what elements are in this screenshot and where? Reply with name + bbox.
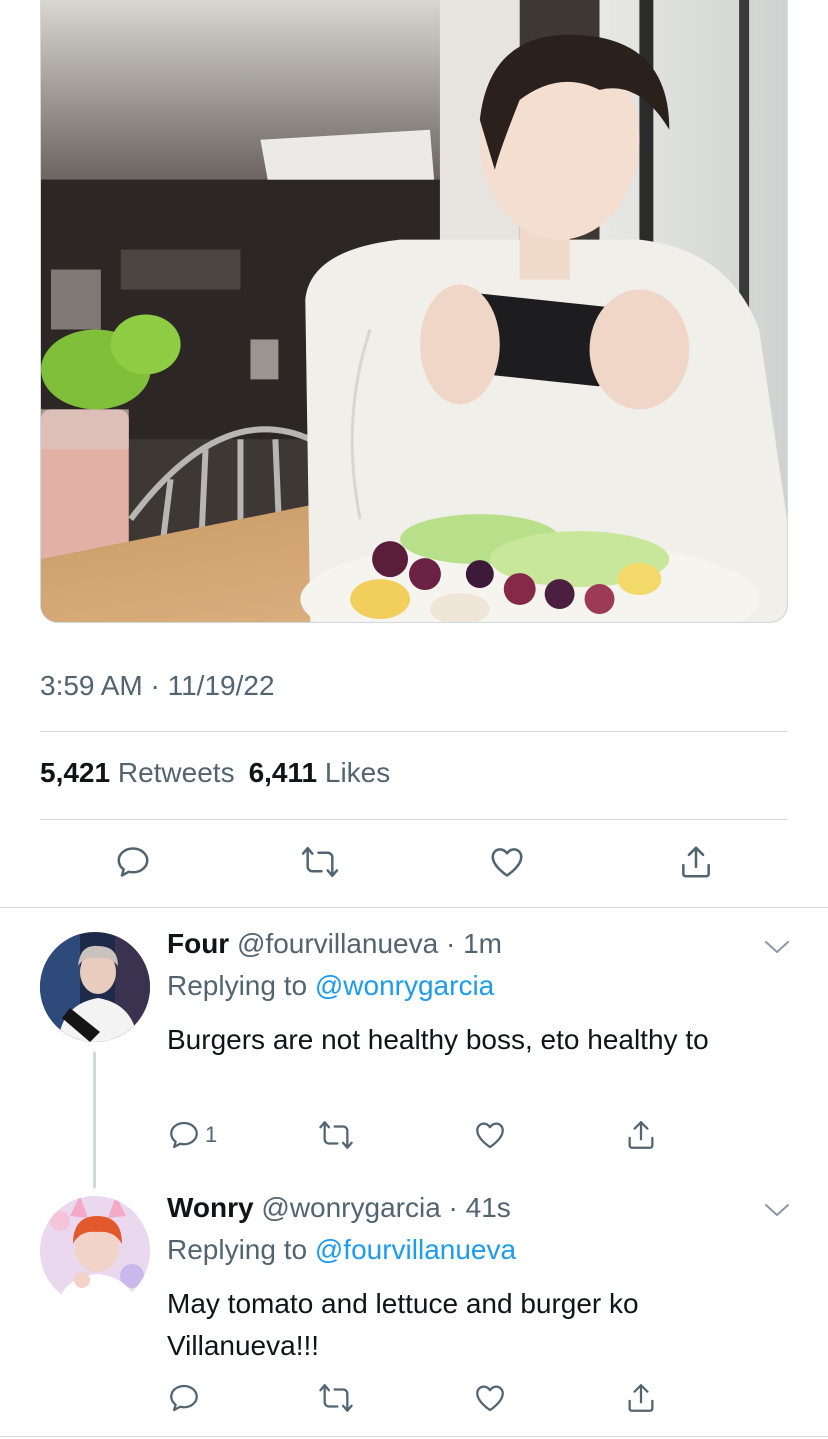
retweet-button[interactable]: [317, 1380, 355, 1416]
retweet-button[interactable]: [300, 842, 340, 882]
display-name[interactable]: Wonry: [167, 1192, 254, 1223]
tweet-photo-image: [41, 0, 787, 622]
likes-count: 6,411: [248, 757, 318, 788]
reply-header: Four @fourvillanueva · 1m: [167, 928, 502, 960]
reply-action-bar: 1: [167, 1117, 667, 1157]
retweet-icon: [319, 1384, 353, 1412]
retweet-icon: [319, 1121, 353, 1149]
retweet-button[interactable]: [317, 1117, 355, 1153]
reply-count: 1: [205, 1122, 218, 1147]
share-icon: [628, 1121, 654, 1149]
more-options-button[interactable]: [762, 935, 792, 959]
retweets-stat[interactable]: 5,421 Retweets: [40, 757, 235, 788]
replying-prefix: Replying to: [167, 970, 308, 1001]
reply-header: Wonry @wonrygarcia · 41s: [167, 1192, 511, 1224]
reply-button[interactable]: [113, 842, 153, 882]
avatar-image: [40, 1196, 150, 1306]
heart-icon: [476, 1385, 504, 1412]
divider: [40, 819, 788, 820]
retweets-label: Retweets: [117, 757, 235, 788]
handle-time[interactable]: @fourvillanueva · 1m: [237, 928, 502, 959]
reply-icon: [117, 847, 149, 877]
avatar-four[interactable]: [40, 932, 150, 1042]
like-button[interactable]: [487, 842, 527, 882]
heart-icon: [476, 1122, 504, 1149]
reply-action-bar: [167, 1380, 667, 1420]
mention-link[interactable]: @wonrygarcia: [315, 970, 494, 1001]
replying-to: Replying to @wonrygarcia: [167, 970, 494, 1002]
tweet-stats: 5,421 Retweets 6,411 Likes: [40, 757, 390, 789]
thread-line: [93, 1052, 96, 1188]
reply-icon: [170, 1121, 198, 1149]
replying-prefix: Replying to: [167, 1234, 308, 1265]
like-button[interactable]: [472, 1380, 508, 1416]
divider: [0, 1436, 828, 1437]
share-icon: [628, 1384, 654, 1412]
retweets-count: 5,421: [40, 757, 111, 788]
avatar-image: [40, 932, 150, 1042]
tweet-action-bar: [40, 838, 788, 888]
avatar-wonry[interactable]: [40, 1196, 150, 1306]
like-button[interactable]: [472, 1117, 508, 1153]
retweet-icon: [301, 846, 339, 878]
chevron-down-icon: [765, 941, 789, 954]
reply-button[interactable]: [167, 1380, 205, 1416]
reply-icon: [170, 1384, 198, 1412]
reply-text: Burgers are not healthy boss, eto health…: [167, 1024, 709, 1055]
likes-label: Likes: [324, 757, 391, 788]
display-name[interactable]: Four: [167, 928, 229, 959]
share-icon: [682, 846, 710, 878]
handle-time[interactable]: @wonrygarcia · 41s: [261, 1192, 510, 1223]
reply-text: May tomato and lettuce and burger ko Vil…: [167, 1288, 639, 1361]
share-button[interactable]: [624, 1380, 658, 1416]
tweet-photo[interactable]: [40, 0, 788, 623]
divider: [40, 731, 788, 732]
share-button[interactable]: [624, 1117, 658, 1153]
chevron-down-icon: [765, 1204, 789, 1217]
mention-link[interactable]: @fourvillanueva: [315, 1234, 516, 1265]
replying-to: Replying to @fourvillanueva: [167, 1234, 516, 1266]
divider: [0, 907, 828, 908]
share-button[interactable]: [676, 842, 716, 882]
reply-button[interactable]: 1: [167, 1117, 217, 1153]
heart-icon: [491, 848, 523, 877]
tweet-timestamp[interactable]: 3:59 AM · 11/19/22: [40, 670, 275, 702]
more-options-button[interactable]: [762, 1198, 792, 1222]
likes-stat[interactable]: 6,411 Likes: [249, 757, 391, 788]
